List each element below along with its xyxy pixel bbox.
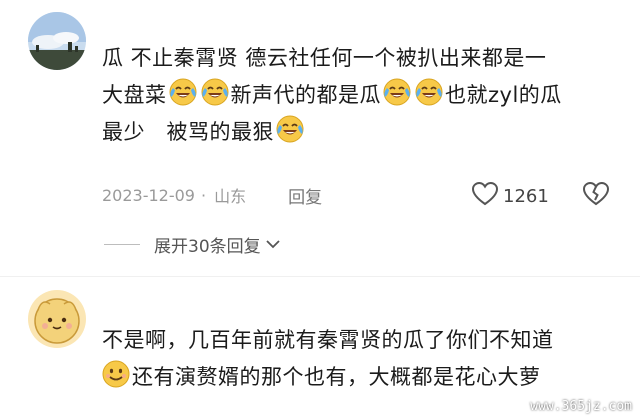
laugh-cry-emoji (168, 77, 198, 107)
like-button[interactable]: 1261 (471, 181, 549, 211)
comment-text-segment: 也就zyl的瓜 (445, 83, 562, 107)
comment-line: 瓜 不止秦霄贤 德云社任何一个被扒出来都是一 (102, 40, 627, 77)
smile-emoji (101, 359, 131, 389)
watermark: www.365jz.com (530, 399, 632, 414)
comment-text-segment: 最少 被骂的最狠 (102, 120, 275, 144)
dislike-button[interactable] (582, 181, 610, 211)
comment-location: 山东 (214, 187, 247, 206)
comment-text-segment: 不是啊，几百年前就有秦霄贤的瓜了你们不知道 (102, 328, 554, 352)
broken-heart-icon (582, 181, 610, 211)
comment-line: 最少 被骂的最狠 (102, 114, 627, 151)
comment-text-segment: 瓜 不止秦霄贤 德云社任何一个被扒出来都是一 (102, 46, 547, 70)
chevron-down-icon (265, 235, 281, 255)
divider-line (104, 244, 140, 245)
like-count: 1261 (503, 185, 549, 207)
laugh-cry-emoji (414, 77, 444, 107)
comment-text-segment: 新声代的都是瓜 (230, 83, 381, 107)
laugh-cry-emoji (200, 77, 230, 107)
laugh-cry-emoji (275, 114, 305, 144)
meta-separator: · (200, 185, 207, 205)
comment-text: 瓜 不止秦霄贤 德云社任何一个被扒出来都是一 大盘菜 新声代的都是瓜 也就zyl的瓜… (102, 40, 627, 151)
laugh-cry-emoji (382, 77, 412, 107)
reply-button[interactable]: 回复 (288, 183, 322, 208)
comment-meta: 2023-12-09 · 山东 回复 (102, 182, 322, 208)
comment-divider (0, 276, 640, 277)
avatar[interactable] (28, 290, 86, 348)
comment-line: 还有演赘婿的那个也有，大概都是花心大萝 (100, 359, 627, 396)
expand-replies-label: 展开30条回复 (154, 237, 261, 257)
comment-text-segment: 大盘菜 (102, 83, 167, 107)
comment-text-segment: 还有演赘婿的那个也有，大概都是花心大萝 (132, 365, 541, 389)
heart-outline-icon (471, 181, 499, 211)
avatar[interactable] (28, 12, 86, 70)
comment-text: 不是啊，几百年前就有秦霄贤的瓜了你们不知道 还有演赘婿的那个也有，大概都是花心大… (102, 322, 627, 396)
comment-line: 大盘菜 新声代的都是瓜 也就zyl的瓜 (102, 77, 627, 114)
comment-date: 2023-12-09 (102, 185, 195, 205)
comment-line: 不是啊，几百年前就有秦霄贤的瓜了你们不知道 (102, 322, 627, 359)
expand-replies-button[interactable]: 展开30条回复 (104, 232, 281, 257)
